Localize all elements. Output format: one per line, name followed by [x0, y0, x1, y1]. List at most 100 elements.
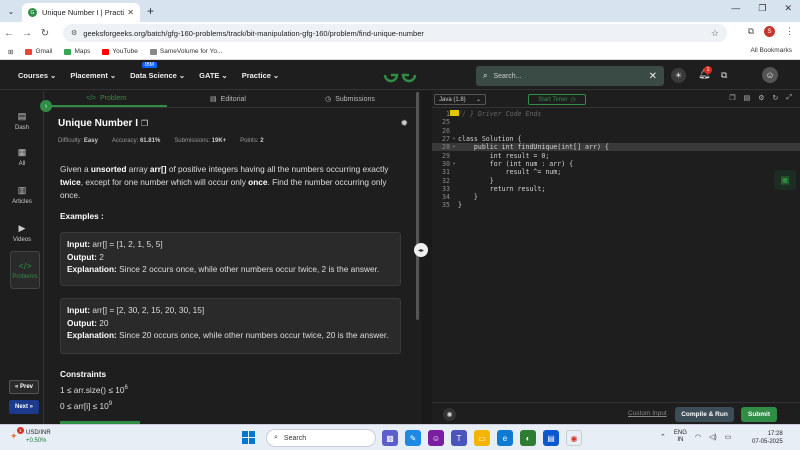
code-line[interactable]: 34 } — [432, 193, 800, 201]
resize-handle-icon[interactable]: ◂▸ — [414, 243, 428, 257]
app-icon[interactable]: ▤ — [543, 430, 559, 446]
sidebar-item-videos[interactable]: ▶ Videos — [6, 217, 38, 249]
app-icon[interactable]: ▩ — [382, 430, 398, 446]
sidebar-label: Problems — [12, 273, 38, 280]
maximize-icon[interactable]: ❐ — [758, 3, 766, 14]
app-icon[interactable]: ✎ — [405, 430, 421, 446]
sidebar-collapse-icon[interactable]: › — [40, 100, 52, 112]
nav-gate[interactable]: GATE — [199, 71, 219, 80]
window-close-icon[interactable]: ✕ — [784, 3, 792, 14]
chat-icon[interactable]: ▣ — [774, 170, 796, 190]
tab-close-icon[interactable]: ✕ — [127, 8, 134, 17]
taskbar-search[interactable]: ⌕ Search — [266, 429, 376, 447]
tab-search-icon[interactable]: ⌄ — [4, 4, 18, 18]
language-select[interactable]: Java (1.8) ⌄ — [434, 94, 486, 105]
site-info-icon[interactable]: ⚙ — [71, 29, 77, 37]
nav-courses[interactable]: Courses — [18, 71, 48, 80]
app-icon[interactable]: ◐ — [520, 430, 536, 446]
tray-overflow-icon[interactable]: ⌃ — [660, 433, 666, 441]
forward-icon[interactable]: → — [18, 28, 36, 39]
code-line[interactable]: 33 return result; — [432, 185, 800, 193]
browser-tab[interactable]: G Unique Number I | Practice | Ge ✕ — [22, 3, 140, 22]
copy-icon[interactable]: ❐ — [729, 94, 735, 102]
gfg-logo-icon[interactable] — [383, 67, 417, 83]
address-bar[interactable]: ⚙ geeksforgeeks.org/batch/gfg-160-proble… — [63, 24, 727, 42]
wifi-icon[interactable]: ◠ — [695, 433, 701, 441]
apps-grid-icon[interactable]: ⊞ — [8, 48, 13, 56]
code-line[interactable]: 29 int result = 0; — [432, 151, 800, 160]
stock-widget[interactable]: ✦ USD/INR +0.50% — [10, 429, 51, 445]
submit-button[interactable]: Submit — [741, 407, 777, 422]
sidebar-item-problems[interactable]: </> Problems — [10, 251, 40, 289]
input-language[interactable]: ENG IN — [674, 430, 687, 444]
bookmark-star-icon[interactable]: ☆ — [711, 28, 719, 39]
volume-icon[interactable]: ◁) — [709, 433, 717, 441]
edge-icon[interactable]: e — [497, 430, 513, 446]
nav-practice[interactable]: Practice — [242, 71, 271, 80]
bookmark-icon[interactable]: ❐ — [141, 119, 148, 128]
chrome-icon[interactable]: ◉ — [566, 430, 582, 446]
custom-input-link[interactable]: Custom Input — [628, 410, 667, 417]
chevron-down-icon: ⌄ — [475, 97, 481, 103]
theme-toggle-icon[interactable]: ☀ — [671, 68, 686, 83]
bookmark-maps[interactable]: Maps — [64, 48, 90, 55]
code-line[interactable]: 31 result ^= num; — [432, 168, 800, 176]
fold-arrow-icon[interactable]: ▾ — [450, 161, 458, 167]
file-icon[interactable]: ▤ — [744, 94, 751, 102]
reload-icon[interactable]: ↻ — [36, 28, 54, 39]
teams-icon[interactable]: T — [451, 430, 467, 446]
hint-bulb-icon[interactable]: ✺ — [443, 408, 456, 421]
code-line[interactable]: 32 } — [432, 176, 800, 185]
code-line[interactable]: 27 ▾ class Solution { — [432, 135, 800, 143]
minimize-icon[interactable]: — — [731, 3, 740, 14]
explanation-label: Explanation: — [67, 330, 117, 340]
all-bookmarks[interactable]: All Bookmarks — [750, 47, 792, 54]
back-icon[interactable]: ← — [0, 28, 18, 39]
settings-icon[interactable]: ⚙ — [758, 94, 764, 102]
app-icon[interactable]: ☺ — [428, 430, 444, 446]
reset-icon[interactable]: ↻ — [773, 94, 779, 102]
battery-icon[interactable]: ▭ — [725, 433, 732, 441]
sidebar-item-articles[interactable]: ▥ Articles — [6, 179, 38, 211]
start-timer-button[interactable]: Start Timer ◷ — [528, 94, 586, 105]
sidebar-item-dash[interactable]: ▤ Dash — [6, 105, 38, 137]
tab-submissions[interactable]: ◷ Submissions — [289, 91, 411, 107]
code-text: for (int num : arr) { — [458, 159, 574, 168]
bookmark-youtube[interactable]: YouTube — [102, 48, 138, 55]
translate-icon[interactable]: ⧉ — [721, 70, 727, 81]
problem-scrollbar[interactable] — [416, 92, 419, 320]
code-line[interactable]: 1 // } Driver Code Ends — [432, 110, 800, 118]
nav-placement[interactable]: Placement — [70, 71, 108, 80]
fold-arrow-icon[interactable]: ▾ — [450, 136, 458, 142]
sidebar-item-all[interactable]: ▦ All — [6, 141, 38, 173]
code-line[interactable]: 28 ▾ public int findUnique(int[] arr) { — [432, 143, 800, 152]
next-button[interactable]: Next » — [9, 400, 39, 414]
extensions-icon[interactable]: ⧉ — [748, 26, 754, 37]
site-search-input[interactable]: ⌕ Search... ✕ — [476, 66, 664, 86]
profile-avatar[interactable]: S — [764, 26, 775, 37]
code-line[interactable]: 26 — [432, 127, 800, 135]
compile-run-button[interactable]: Compile & Run — [675, 407, 734, 422]
bookmark-samevolume[interactable]: SameVolume for Yo... — [149, 48, 222, 55]
code-line[interactable]: 35} — [432, 201, 800, 209]
explanation-value: Since 20 occurs once, while other number… — [119, 330, 389, 340]
code-line[interactable]: 30 ▾ for (int num : arr) { — [432, 160, 800, 168]
chrome-menu-icon[interactable]: ⋮ — [785, 26, 794, 37]
windows-start-icon[interactable] — [242, 431, 255, 444]
user-avatar[interactable]: ☺ — [762, 67, 778, 83]
new-tab-icon[interactable]: + — [147, 4, 154, 18]
nav-data-science[interactable]: Data Science — [130, 71, 177, 80]
tab-editorial[interactable]: ▤ Editorial — [167, 91, 289, 107]
fullscreen-icon[interactable]: ⤢ — [786, 94, 792, 102]
tab-problem[interactable]: </> Problem — [45, 91, 167, 107]
code-line[interactable]: 25 — [432, 118, 800, 126]
report-bug-icon[interactable]: ✹ — [400, 118, 408, 129]
file-explorer-icon[interactable]: ▭ — [474, 430, 490, 446]
bookmark-gmail[interactable]: Gmail — [25, 48, 52, 55]
panel-splitter[interactable] — [421, 91, 432, 424]
fold-arrow-icon[interactable]: ▾ — [450, 144, 458, 150]
prev-button[interactable]: « Prev — [9, 380, 39, 394]
system-clock[interactable]: 17:28 07-05-2025 — [752, 430, 783, 446]
clear-search-icon[interactable]: ✕ — [649, 71, 657, 82]
code-area[interactable]: 1// } Driver Code Ends 25 26 27 ▾ class Solut… — [432, 110, 800, 210]
